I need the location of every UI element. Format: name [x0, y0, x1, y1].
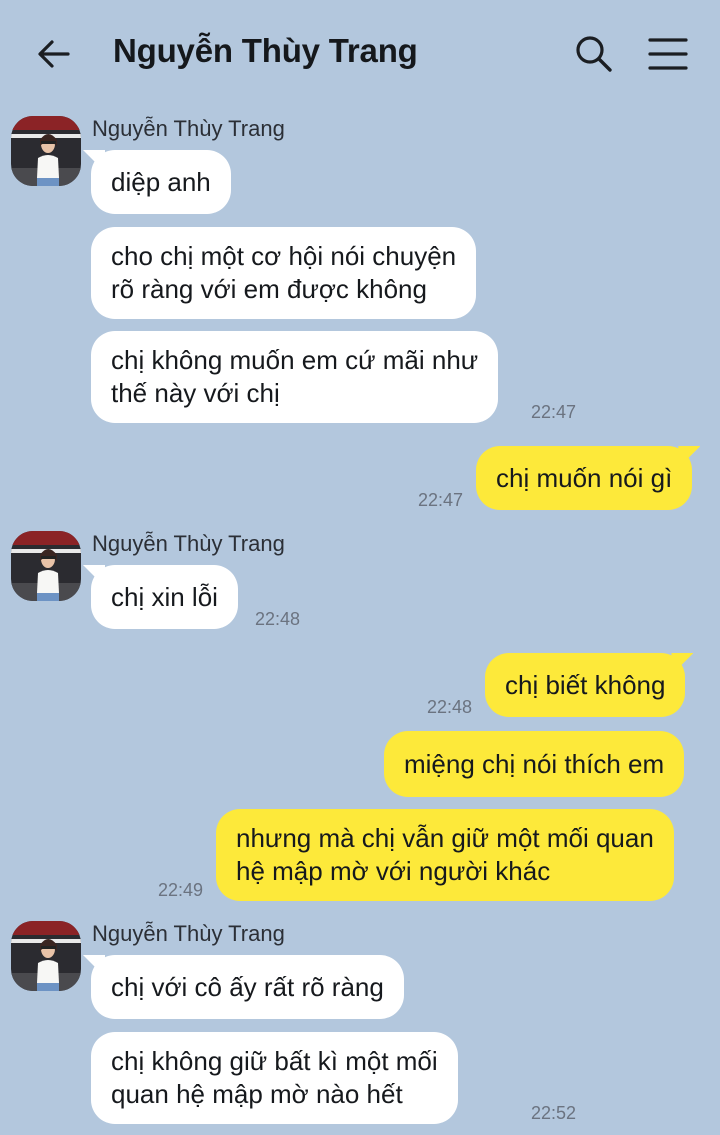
sender-name: Nguyễn Thùy Trang: [92, 921, 285, 946]
menu-button[interactable]: [644, 34, 692, 74]
message-timestamp: 22:49: [158, 880, 204, 900]
message-bubble-outgoing[interactable]: chị biết không: [485, 653, 686, 717]
back-button[interactable]: [34, 34, 74, 74]
message-timestamp: 22:48: [427, 697, 473, 717]
sender-name: Nguyễn Thùy Trang: [92, 531, 285, 556]
sender-name: Nguyễn Thùy Trang: [92, 116, 285, 141]
message-bubble-incoming[interactable]: chị xin lỗi: [91, 565, 238, 629]
message-bubble-outgoing[interactable]: chị muốn nói gì: [476, 446, 693, 510]
profile-photo-image: [11, 921, 81, 991]
chat-header: Nguyễn Thùy Trang: [0, 0, 720, 106]
message-text: quan hệ mập mờ nào hết: [111, 1079, 403, 1109]
message-text: diệp anh: [111, 166, 211, 197]
message-timestamp: 22:47: [531, 402, 577, 422]
message-bubble-outgoing[interactable]: miệng chị nói thích em: [384, 731, 685, 797]
profile-photo-image: [11, 531, 81, 601]
message-text: nhưng mà chị vẫn giữ một mối quan: [236, 823, 654, 853]
message-text: chị muốn nói gì: [496, 462, 673, 493]
message-text: chị xin lỗi: [111, 581, 218, 612]
chat-title: Nguyễn Thùy Trang: [113, 32, 418, 69]
message-timestamp: 22:52: [531, 1103, 577, 1123]
message-bubble-incoming[interactable]: chị không giữ bất kì một mối quan hệ mập…: [91, 1032, 458, 1124]
message-text: cho chị một cơ hội nói chuyện: [111, 241, 457, 271]
search-icon: [576, 36, 612, 72]
avatar[interactable]: [11, 531, 81, 601]
message-bubble-outgoing[interactable]: nhưng mà chị vẫn giữ một mối quan hệ mập…: [216, 809, 674, 901]
message-bubble-incoming[interactable]: cho chị một cơ hội nói chuyện rõ ràng vớ…: [91, 227, 477, 319]
message-timestamp: 22:47: [418, 490, 464, 510]
arrow-left-icon: [38, 40, 70, 68]
message-bubble-incoming[interactable]: chị không muốn em cứ mãi như thế này với…: [91, 331, 499, 423]
message-text: hệ mập mờ với người khác: [236, 856, 551, 886]
message-text: thế này với chị: [111, 378, 280, 408]
message-text: chị không giữ bất kì một mối: [111, 1046, 438, 1076]
message-bubble-incoming[interactable]: diệp anh: [91, 150, 231, 214]
message-text: rõ ràng với em được không: [111, 274, 427, 304]
message-bubble-incoming[interactable]: chị với cô ấy rất rõ ràng: [91, 955, 404, 1019]
message-text: chị biết không: [505, 669, 666, 700]
message-text: chị với cô ấy rất rõ ràng: [111, 971, 384, 1002]
message-text: chị không muốn em cứ mãi như: [111, 345, 479, 375]
profile-photo-image: [11, 116, 81, 186]
avatar[interactable]: [11, 116, 81, 186]
hamburger-menu-icon: [648, 38, 688, 70]
message-text: miệng chị nói thích em: [404, 748, 665, 779]
avatar[interactable]: [11, 921, 81, 991]
search-button[interactable]: [572, 32, 616, 76]
message-timestamp: 22:48: [255, 609, 301, 629]
